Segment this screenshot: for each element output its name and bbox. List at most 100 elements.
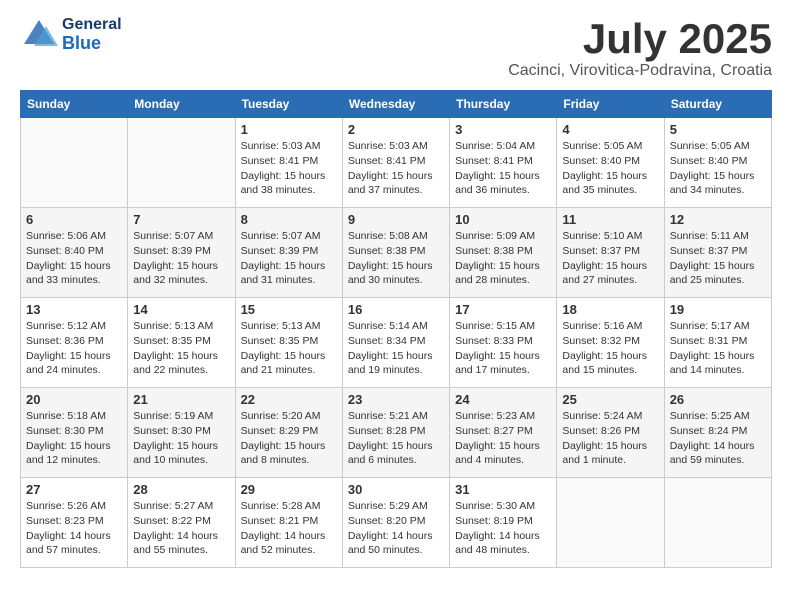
day-number: 2: [348, 122, 444, 137]
day-header-saturday: Saturday: [664, 91, 771, 118]
day-info: Sunrise: 5:11 AMSunset: 8:37 PMDaylight:…: [670, 229, 766, 288]
day-info: Sunrise: 5:08 AMSunset: 8:38 PMDaylight:…: [348, 229, 444, 288]
day-info: Sunrise: 5:28 AMSunset: 8:21 PMDaylight:…: [241, 499, 337, 558]
calendar-cell: 5Sunrise: 5:05 AMSunset: 8:40 PMDaylight…: [664, 118, 771, 208]
day-info: Sunrise: 5:05 AMSunset: 8:40 PMDaylight:…: [562, 139, 658, 198]
day-info: Sunrise: 5:18 AMSunset: 8:30 PMDaylight:…: [26, 409, 122, 468]
day-number: 22: [241, 392, 337, 407]
page-header: General Blue July 2025 Cacinci, Viroviti…: [20, 16, 772, 80]
calendar-cell: 14 Sunrise: 5:13 AMSunset: 8:35 PMDayligh…: [128, 298, 235, 388]
calendar-cell: 22Sunrise: 5:20 AMSunset: 8:29 PMDayligh…: [235, 388, 342, 478]
day-info: Sunrise: 5:30 AMSunset: 8:19 PMDaylight:…: [455, 499, 551, 558]
day-number: 13: [26, 302, 122, 317]
day-info: Sunrise: 5:24 AMSunset: 8:26 PMDaylight:…: [562, 409, 658, 468]
day-number: 11: [562, 212, 658, 227]
day-info: Sunrise: 5:27 AMSunset: 8:22 PMDaylight:…: [133, 499, 229, 558]
day-number: 18: [562, 302, 658, 317]
calendar-week-row: 6Sunrise: 5:06 AMSunset: 8:40 PMDaylight…: [21, 208, 772, 298]
day-number: 17: [455, 302, 551, 317]
calendar-cell: 29 Sunrise: 5:28 AMSunset: 8:21 PMDayligh…: [235, 478, 342, 568]
day-number: 25: [562, 392, 658, 407]
day-number: 24: [455, 392, 551, 407]
calendar-cell: 7 Sunrise: 5:07 AMSunset: 8:39 PMDaylight…: [128, 208, 235, 298]
day-info: Sunrise: 5:03 AMSunset: 8:41 PMDaylight:…: [348, 139, 444, 198]
calendar-cell: 31 Sunrise: 5:30 AMSunset: 8:19 PMDayligh…: [450, 478, 557, 568]
calendar-cell: 6Sunrise: 5:06 AMSunset: 8:40 PMDaylight…: [21, 208, 128, 298]
calendar-cell: 17 Sunrise: 5:15 AMSunset: 8:33 PMDayligh…: [450, 298, 557, 388]
day-number: 4: [562, 122, 658, 137]
day-number: 14: [133, 302, 229, 317]
day-header-sunday: Sunday: [21, 91, 128, 118]
calendar-week-row: 20 Sunrise: 5:18 AMSunset: 8:30 PMDayligh…: [21, 388, 772, 478]
calendar-header-row: SundayMondayTuesdayWednesdayThursdayFrid…: [21, 91, 772, 118]
calendar-cell: 12 Sunrise: 5:11 AMSunset: 8:37 PMDayligh…: [664, 208, 771, 298]
day-number: 28: [133, 482, 229, 497]
day-info: Sunrise: 5:07 AMSunset: 8:39 PMDaylight:…: [133, 229, 229, 288]
day-header-monday: Monday: [128, 91, 235, 118]
day-info: Sunrise: 5:15 AMSunset: 8:33 PMDaylight:…: [455, 319, 551, 378]
calendar-cell: 26 Sunrise: 5:25 AMSunset: 8:24 PMDayligh…: [664, 388, 771, 478]
day-number: 26: [670, 392, 766, 407]
calendar-cell: 27Sunrise: 5:26 AMSunset: 8:23 PMDayligh…: [21, 478, 128, 568]
calendar-week-row: 27Sunrise: 5:26 AMSunset: 8:23 PMDayligh…: [21, 478, 772, 568]
calendar-cell: 4 Sunrise: 5:05 AMSunset: 8:40 PMDaylight…: [557, 118, 664, 208]
calendar-cell: 18 Sunrise: 5:16 AMSunset: 8:32 PMDayligh…: [557, 298, 664, 388]
day-number: 9: [348, 212, 444, 227]
calendar-cell: 3 Sunrise: 5:04 AMSunset: 8:41 PMDaylight…: [450, 118, 557, 208]
calendar-cell: 28 Sunrise: 5:27 AMSunset: 8:22 PMDayligh…: [128, 478, 235, 568]
day-number: 31: [455, 482, 551, 497]
day-number: 12: [670, 212, 766, 227]
day-info: Sunrise: 5:10 AMSunset: 8:37 PMDaylight:…: [562, 229, 658, 288]
day-number: 10: [455, 212, 551, 227]
calendar-cell: [128, 118, 235, 208]
day-info: Sunrise: 5:04 AMSunset: 8:41 PMDaylight:…: [455, 139, 551, 198]
day-info: Sunrise: 5:23 AMSunset: 8:27 PMDaylight:…: [455, 409, 551, 468]
day-header-tuesday: Tuesday: [235, 91, 342, 118]
day-header-friday: Friday: [557, 91, 664, 118]
day-info: Sunrise: 5:19 AMSunset: 8:30 PMDaylight:…: [133, 409, 229, 468]
calendar-cell: [557, 478, 664, 568]
logo-text: General Blue: [62, 16, 122, 53]
day-number: 7: [133, 212, 229, 227]
month-title: July 2025: [508, 16, 772, 62]
day-info: Sunrise: 5:21 AMSunset: 8:28 PMDaylight:…: [348, 409, 444, 468]
calendar-cell: 24 Sunrise: 5:23 AMSunset: 8:27 PMDayligh…: [450, 388, 557, 478]
day-info: Sunrise: 5:17 AMSunset: 8:31 PMDaylight:…: [670, 319, 766, 378]
calendar-cell: 1Sunrise: 5:03 AMSunset: 8:41 PMDaylight…: [235, 118, 342, 208]
calendar-cell: 11 Sunrise: 5:10 AMSunset: 8:37 PMDayligh…: [557, 208, 664, 298]
calendar-cell: 16Sunrise: 5:14 AMSunset: 8:34 PMDayligh…: [342, 298, 449, 388]
calendar-cell: [21, 118, 128, 208]
calendar-cell: 15Sunrise: 5:13 AMSunset: 8:35 PMDayligh…: [235, 298, 342, 388]
location: Cacinci, Virovitica-Podravina, Croatia: [508, 62, 772, 80]
day-info: Sunrise: 5:13 AMSunset: 8:35 PMDaylight:…: [133, 319, 229, 378]
calendar-week-row: 13Sunrise: 5:12 AMSunset: 8:36 PMDayligh…: [21, 298, 772, 388]
day-number: 21: [133, 392, 229, 407]
calendar-cell: [664, 478, 771, 568]
day-number: 20: [26, 392, 122, 407]
day-number: 1: [241, 122, 337, 137]
day-number: 19: [670, 302, 766, 317]
day-number: 3: [455, 122, 551, 137]
calendar-cell: 2 Sunrise: 5:03 AMSunset: 8:41 PMDaylight…: [342, 118, 449, 208]
day-info: Sunrise: 5:13 AMSunset: 8:35 PMDaylight:…: [241, 319, 337, 378]
calendar-cell: 21 Sunrise: 5:19 AMSunset: 8:30 PMDayligh…: [128, 388, 235, 478]
day-info: Sunrise: 5:14 AMSunset: 8:34 PMDaylight:…: [348, 319, 444, 378]
calendar-week-row: 1 Sunrise: 5:03 AMSunset: 8:41 PMDaylight…: [21, 118, 772, 208]
day-info: Sunrise: 5:25 AMSunset: 8:24 PMDaylight:…: [670, 409, 766, 468]
day-number: 23: [348, 392, 444, 407]
calendar-cell: 9 Sunrise: 5:08 AMSunset: 8:38 PMDaylight…: [342, 208, 449, 298]
calendar-cell: 30Sunrise: 5:29 AMSunset: 8:20 PMDayligh…: [342, 478, 449, 568]
day-info: Sunrise: 5:26 AMSunset: 8:23 PMDaylight:…: [26, 499, 122, 558]
day-info: Sunrise: 5:05 AMSunset: 8:40 PMDaylight:…: [670, 139, 766, 198]
calendar-cell: 13Sunrise: 5:12 AMSunset: 8:36 PMDayligh…: [21, 298, 128, 388]
day-number: 29: [241, 482, 337, 497]
day-header-wednesday: Wednesday: [342, 91, 449, 118]
calendar-cell: 8Sunrise: 5:07 AMSunset: 8:39 PMDaylight…: [235, 208, 342, 298]
day-info: Sunrise: 5:06 AMSunset: 8:40 PMDaylight:…: [26, 229, 122, 288]
day-header-thursday: Thursday: [450, 91, 557, 118]
calendar-cell: 25 Sunrise: 5:24 AMSunset: 8:26 PMDayligh…: [557, 388, 664, 478]
day-number: 30: [348, 482, 444, 497]
day-info: Sunrise: 5:16 AMSunset: 8:32 PMDaylight:…: [562, 319, 658, 378]
calendar-cell: 10 Sunrise: 5:09 AMSunset: 8:38 PMDayligh…: [450, 208, 557, 298]
day-info: Sunrise: 5:09 AMSunset: 8:38 PMDaylight:…: [455, 229, 551, 288]
